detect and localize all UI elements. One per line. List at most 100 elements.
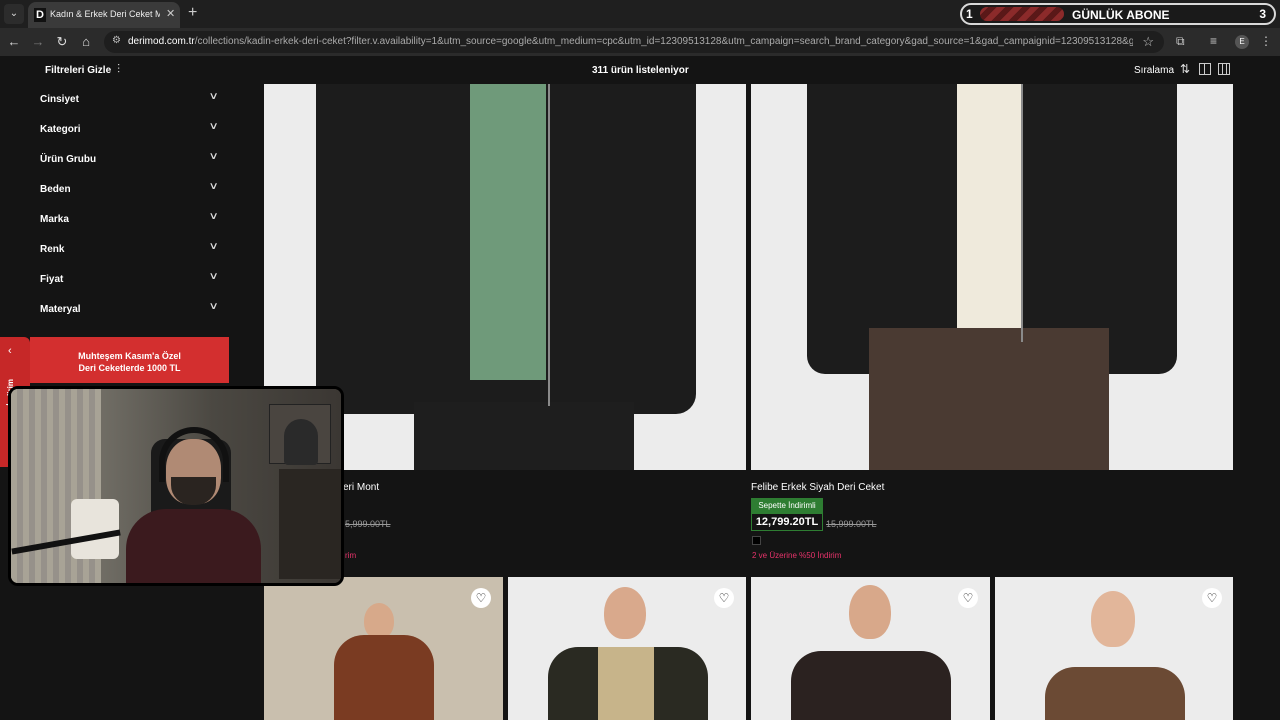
discount-badge: Sepette İndirimli — [751, 498, 823, 513]
model-face — [604, 587, 646, 639]
promo-box[interactable]: Muhteşem Kasım'a Özel Deri Ceketlerde 10… — [30, 337, 229, 383]
old-price: 5,999.00TL — [345, 519, 391, 529]
subscriber-goal-overlay: 1 GÜNLÜK ABONE 3 — [960, 3, 1276, 25]
reload-icon[interactable]: ↻ — [54, 34, 70, 50]
url-text: derimod.com.tr/collections/kadin-erkek-d… — [128, 36, 1133, 47]
filter-marka[interactable]: Marka ∨ — [40, 206, 220, 236]
filter-label: Renk — [40, 244, 65, 255]
filter-label: Marka — [40, 214, 69, 225]
shirt-shape — [957, 84, 1023, 328]
favorite-heart-icon[interactable]: ♡ — [958, 588, 978, 608]
url-path: /collections/kadin-erkek-deri-ceket?filt… — [194, 36, 1133, 47]
coat-shape — [334, 635, 434, 720]
shirt-shape — [470, 84, 546, 380]
filter-label: Beden — [40, 184, 71, 195]
filter-beden[interactable]: Beden ∨ — [40, 176, 220, 206]
chevron-left-icon[interactable]: ‹ — [8, 345, 12, 357]
browser-tab[interactable]: D Kadın & Erkek Deri Ceket Modelleri ✕ — [28, 2, 180, 28]
filter-label: Cinsiyet — [40, 94, 79, 105]
filter-sidebar: Cinsiyet ∨ Kategori ∨ Ürün Grubu ∨ Beden ∨ M… — [40, 86, 220, 326]
product-image[interactable] — [751, 577, 990, 720]
sort-button[interactable]: Sıralama — [1134, 65, 1174, 76]
goal-end: 3 — [1259, 7, 1266, 21]
product-image[interactable] — [751, 84, 1233, 470]
streamer-shirt — [126, 509, 261, 583]
fur-coat-shape — [1045, 667, 1185, 720]
model-face — [1091, 591, 1135, 647]
promo-banner[interactable]: ‹ İndirim Muhteşem Kasım'a Özel Deri Cek… — [0, 337, 229, 467]
sweater-shape — [598, 647, 654, 720]
filter-urun-grubu[interactable]: Ürün Grubu ∨ — [40, 146, 220, 176]
new-tab-icon[interactable]: + — [188, 4, 197, 22]
color-swatch[interactable] — [752, 536, 761, 545]
filter-fiyat[interactable]: Fiyat ∨ — [40, 266, 220, 296]
filter-renk[interactable]: Renk ∨ — [40, 236, 220, 266]
site-info-icon[interactable]: ⚙ — [112, 35, 121, 46]
page-content: Filtreleri Gizle ⫶ 311 ürün listeleniyor… — [0, 56, 1280, 720]
chevron-down-icon: ∨ — [208, 211, 219, 222]
filter-toggle-button[interactable]: Filtreleri Gizle — [45, 65, 111, 76]
sliders-icon[interactable]: ⫶ — [117, 62, 120, 77]
extensions-icon[interactable]: ⧉ — [1176, 34, 1185, 49]
filter-label: Kategori — [40, 124, 81, 135]
filter-cinsiyet[interactable]: Cinsiyet ∨ — [40, 86, 220, 116]
close-tab-icon[interactable]: ✕ — [166, 7, 175, 20]
site-favicon-icon: D — [34, 8, 46, 22]
goal-progress-bar — [980, 7, 1064, 21]
favorite-heart-icon[interactable]: ♡ — [471, 588, 491, 608]
product-count: 311 ürün listeleniyor — [592, 65, 689, 76]
url-host: derimod.com.tr — [128, 36, 195, 47]
goal-start: 1 — [966, 7, 973, 21]
chevron-down-icon: ∨ — [208, 121, 219, 132]
forward-icon[interactable]: → — [30, 34, 46, 50]
promo-line-2: Deri Ceketlerde 1000 TL — [78, 363, 181, 373]
chevron-down-icon: ∨ — [208, 301, 219, 312]
chevron-down-icon: ∨ — [208, 91, 219, 102]
pants-shape — [869, 328, 1109, 470]
promo-text: rim — [345, 551, 357, 560]
favorite-heart-icon[interactable]: ♡ — [1202, 588, 1222, 608]
filter-kategori[interactable]: Kategori ∨ — [40, 116, 220, 146]
pants-shape — [414, 402, 634, 470]
url-bar[interactable]: ⚙ derimod.com.tr/collections/kadin-erkek… — [104, 31, 1164, 53]
model-face — [364, 603, 394, 639]
product-name[interactable]: eri Mont — [343, 482, 379, 493]
zipper-shape — [548, 84, 550, 406]
product-image[interactable] — [508, 577, 746, 720]
chair-shape — [71, 499, 119, 559]
shelf-shape — [279, 469, 341, 579]
grid-2-col-icon[interactable] — [1199, 63, 1211, 75]
tab-title: Kadın & Erkek Deri Ceket Modelleri — [50, 9, 160, 19]
chevron-down-icon: ∨ — [208, 181, 219, 192]
sort-icon[interactable]: ⇅ — [1180, 62, 1190, 76]
profile-avatar[interactable]: E — [1235, 35, 1249, 49]
favorite-heart-icon[interactable]: ♡ — [714, 588, 734, 608]
goal-label: GÜNLÜK ABONE — [1072, 8, 1170, 22]
promo-line-1: Muhteşem Kasım'a Özel — [78, 351, 181, 361]
browser-address-bar: ← → ↻ ⌂ ⚙ derimod.com.tr/collections/kad… — [0, 28, 1280, 56]
chevron-down-icon: ∨ — [208, 271, 219, 282]
back-icon[interactable]: ← — [6, 34, 22, 50]
zipper-shape — [1021, 84, 1023, 342]
chevron-down-icon: ∨ — [208, 151, 219, 162]
jacket-shape — [791, 651, 951, 720]
product-name[interactable]: Felibe Erkek Siyah Deri Ceket — [751, 482, 884, 493]
promo-text: 2 ve Üzerine %50 İndirim — [752, 551, 842, 560]
filter-label: Materyal — [40, 304, 81, 315]
product-image[interactable] — [995, 577, 1233, 720]
mini-person-shape — [284, 419, 318, 465]
webcam-overlay — [8, 386, 344, 586]
bookmark-star-icon[interactable]: ☆ — [1142, 34, 1154, 50]
grid-4-col-icon[interactable] — [1218, 63, 1230, 75]
filter-materyal[interactable]: Materyal ∨ — [40, 296, 220, 326]
listing-toolbar: Filtreleri Gizle ⫶ 311 ürün listeleniyor… — [0, 56, 1280, 84]
tab-search-icon[interactable]: ⌄ — [4, 4, 24, 24]
browser-tab-bar: ⌄ D Kadın & Erkek Deri Ceket Modelleri ✕… — [0, 0, 1280, 28]
home-icon[interactable]: ⌂ — [78, 34, 94, 50]
filter-label: Ürün Grubu — [40, 154, 97, 165]
product-image[interactable] — [264, 577, 503, 720]
sale-price: 12,799.20TL — [751, 513, 823, 531]
model-face — [849, 585, 891, 639]
media-icon[interactable]: ≡ — [1210, 34, 1217, 48]
menu-kebab-icon[interactable]: ⋮ — [1260, 34, 1272, 48]
